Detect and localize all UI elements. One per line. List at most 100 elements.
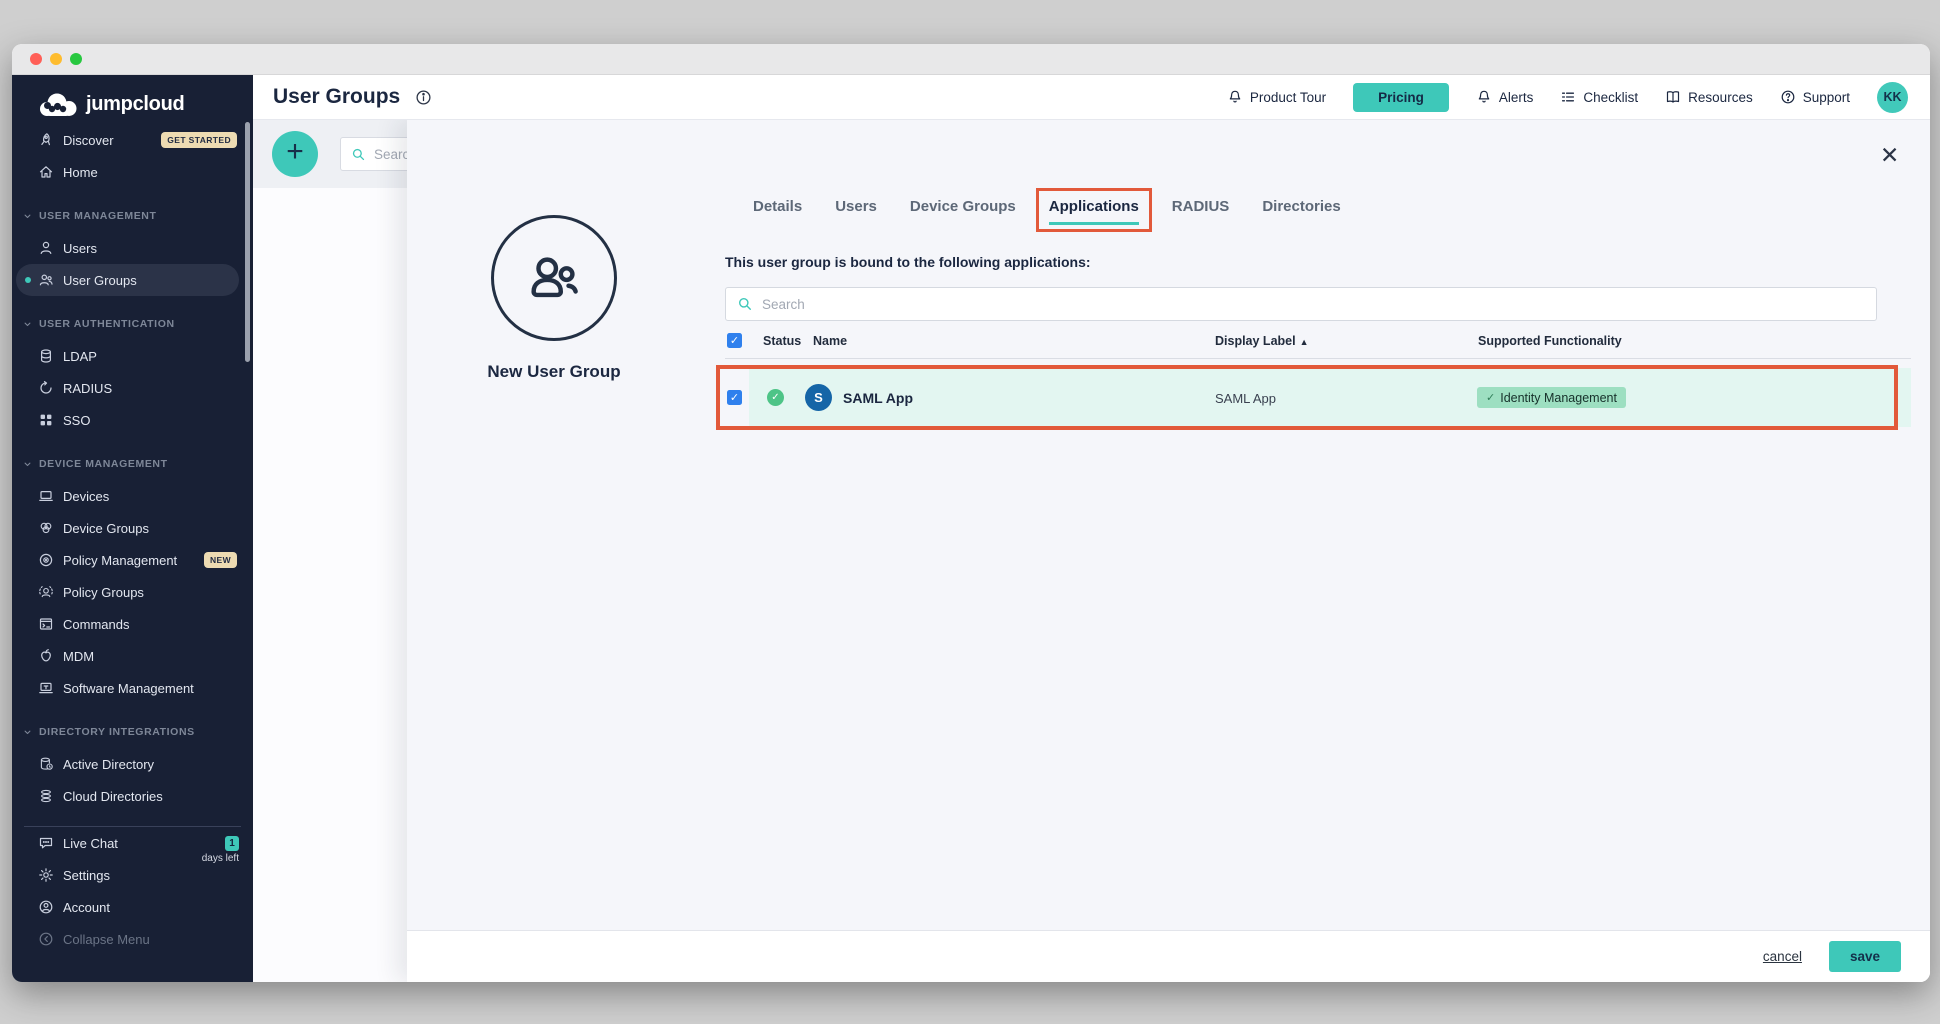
check-icon: ✓ — [1486, 391, 1495, 404]
add-user-group-button[interactable]: + — [272, 131, 318, 177]
sidebar-item-label: SSO — [63, 413, 90, 428]
sidebar-item-radius[interactable]: RADIUS — [12, 372, 253, 404]
chevron-down-icon — [22, 211, 33, 222]
app-header: User Groups Product Tour Pricing Alerts … — [253, 75, 1930, 120]
alerts-button[interactable]: Alerts — [1476, 89, 1534, 105]
close-window-button[interactable] — [30, 53, 42, 65]
tab-device-groups[interactable]: Device Groups — [910, 198, 1016, 225]
sidebar-item-label: Live Chat — [63, 836, 118, 851]
sidebar-item-label: MDM — [63, 649, 94, 664]
column-header-name[interactable]: Name — [813, 334, 847, 348]
sidebar-item-commands[interactable]: Commands — [12, 608, 253, 640]
user-group-icon — [38, 272, 54, 288]
sidebar-item-label: Active Directory — [63, 757, 154, 772]
tab-radius[interactable]: RADIUS — [1172, 198, 1230, 225]
product-tour-button[interactable]: Product Tour — [1227, 89, 1326, 105]
select-all-checkbox[interactable]: ✓ — [727, 333, 742, 348]
status-active-icon: ✓ — [767, 389, 784, 406]
user-group-icon — [523, 247, 585, 309]
sidebar-item-label: Account — [63, 900, 110, 915]
sidebar-item-label: RADIUS — [63, 381, 112, 396]
sidebar-item-users[interactable]: Users — [12, 232, 253, 264]
tab-users[interactable]: Users — [835, 198, 877, 225]
terminal-icon — [38, 616, 54, 632]
sidebar-item-mdm[interactable]: MDM — [12, 640, 253, 672]
jumpcloud-wordmark: jumpcloud — [86, 93, 184, 116]
account-icon — [38, 899, 54, 915]
sidebar-item-home[interactable]: Home — [12, 156, 253, 188]
functionality-badge: ✓ Identity Management — [1477, 387, 1626, 408]
support-button[interactable]: Support — [1780, 89, 1850, 105]
sidebar-item-label: Commands — [63, 617, 129, 632]
cloud-directories-icon — [38, 788, 54, 804]
sidebar-section-directory-integrations[interactable]: DIRECTORY INTEGRATIONS — [12, 716, 253, 748]
sidebar-item-discover[interactable]: Discover GET STARTED — [12, 124, 253, 156]
bound-applications-description: This user group is bound to the followin… — [725, 254, 1091, 270]
avatar[interactable]: KK — [1877, 82, 1908, 113]
sidebar-item-device-groups[interactable]: Device Groups — [12, 512, 253, 544]
sidebar-item-collapse-menu[interactable]: Collapse Menu — [12, 923, 253, 955]
sidebar-item-settings[interactable]: Settings — [12, 859, 253, 891]
tab-applications[interactable]: Applications — [1049, 198, 1139, 225]
minimize-window-button[interactable] — [50, 53, 62, 65]
resources-button[interactable]: Resources — [1665, 89, 1753, 105]
sidebar-item-ldap[interactable]: LDAP — [12, 340, 253, 372]
checklist-icon — [1560, 89, 1576, 105]
row-checkbox[interactable]: ✓ — [727, 390, 742, 405]
search-icon — [351, 147, 366, 162]
sidebar-item-label: Policy Groups — [63, 585, 144, 600]
column-header-display-label[interactable]: Display Label▲ — [1215, 334, 1309, 348]
sidebar-item-account[interactable]: Account — [12, 891, 253, 923]
sidebar-item-devices[interactable]: Devices — [12, 480, 253, 512]
user-group-panel: ✕ New User Group Details Users Device Gr… — [407, 120, 1930, 982]
policy-groups-icon — [38, 584, 54, 600]
applications-table-header: ✓ Status Name Display Label▲ Supported F… — [725, 330, 1911, 359]
group-name: New User Group — [429, 362, 679, 382]
collapse-arrow-icon — [38, 931, 54, 947]
sidebar-item-label: Users — [63, 241, 97, 256]
sidebar-item-policy-groups[interactable]: Policy Groups — [12, 576, 253, 608]
sidebar-item-label: User Groups — [63, 273, 137, 288]
app-grid-icon — [38, 412, 54, 428]
application-row[interactable]: ✓ ✓ S SAML App SAML App ✓ Identity Manag… — [725, 368, 1911, 427]
device-groups-icon — [38, 520, 54, 536]
app-avatar: S — [805, 384, 832, 411]
tab-details[interactable]: Details — [753, 198, 802, 225]
sidebar-section-device-management[interactable]: DEVICE MANAGEMENT — [12, 448, 253, 480]
sidebar-section-user-management[interactable]: USER MANAGEMENT — [12, 200, 253, 232]
chat-icon — [38, 835, 54, 851]
sidebar-item-cloud-directories[interactable]: Cloud Directories — [12, 780, 253, 812]
chevron-down-icon — [22, 727, 33, 738]
sidebar-item-policy-management[interactable]: Policy Management NEW — [12, 544, 253, 576]
sidebar-item-software-management[interactable]: Software Management — [12, 672, 253, 704]
cancel-button[interactable]: cancel — [1763, 949, 1802, 964]
sidebar-item-label: Discover — [63, 133, 114, 148]
group-figure: New User Group — [429, 215, 679, 382]
sidebar-scrollbar[interactable] — [245, 122, 250, 362]
bell-icon — [1476, 89, 1492, 105]
sidebar-item-active-directory[interactable]: Active Directory — [12, 748, 253, 780]
pricing-button[interactable]: Pricing — [1353, 83, 1449, 112]
tab-directories[interactable]: Directories — [1262, 198, 1340, 225]
sidebar-item-user-groups[interactable]: User Groups — [16, 264, 239, 296]
column-header-functionality[interactable]: Supported Functionality — [1478, 334, 1622, 348]
applications-search-input[interactable] — [762, 297, 1865, 312]
sidebar-item-live-chat[interactable]: Live Chat 1 days left — [12, 827, 253, 859]
page-title: User Groups — [273, 85, 400, 109]
zoom-window-button[interactable] — [70, 53, 82, 65]
help-icon — [1780, 89, 1796, 105]
home-icon — [38, 164, 54, 180]
sidebar-section-user-authentication[interactable]: USER AUTHENTICATION — [12, 308, 253, 340]
app-window: jumpcloud Discover GET STARTED Home USER… — [12, 44, 1930, 982]
info-icon[interactable] — [415, 89, 432, 106]
rocket-icon — [38, 132, 54, 148]
jumpcloud-logo[interactable]: jumpcloud — [12, 75, 253, 121]
chevron-down-icon — [22, 459, 33, 470]
save-button[interactable]: save — [1829, 941, 1901, 972]
close-icon[interactable]: ✕ — [1880, 144, 1899, 167]
checklist-button[interactable]: Checklist — [1560, 89, 1638, 105]
sidebar-item-sso[interactable]: SSO — [12, 404, 253, 436]
sidebar-item-label: Device Groups — [63, 521, 149, 536]
app-name: SAML App — [843, 390, 913, 406]
column-header-status[interactable]: Status — [763, 334, 801, 348]
